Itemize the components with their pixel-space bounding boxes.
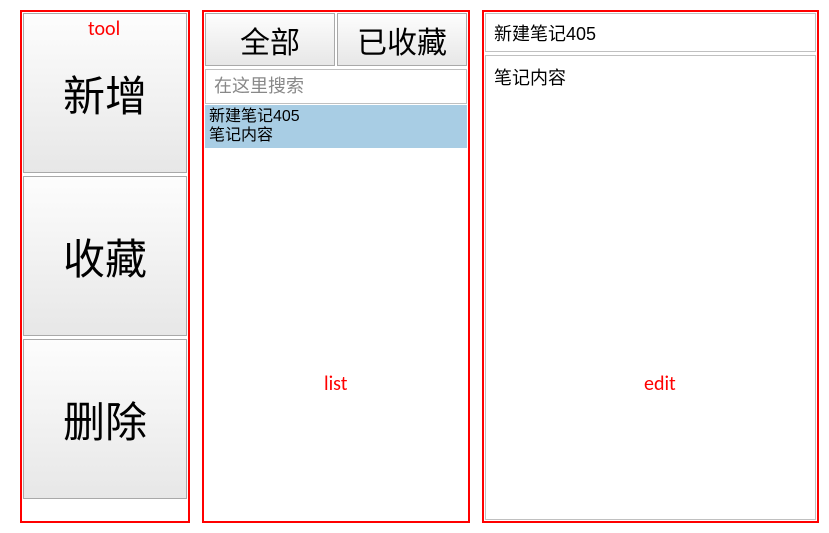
list-pane: 全部 已收藏 新建笔记405 笔记内容 list <box>202 10 470 523</box>
add-button[interactable]: 新增 <box>23 13 187 173</box>
search-input[interactable] <box>205 69 467 104</box>
list-item-title: 新建笔记405 <box>209 107 463 126</box>
note-content-textarea[interactable] <box>485 55 816 520</box>
note-list: 新建笔记405 笔记内容 <box>205 105 467 520</box>
delete-button[interactable]: 删除 <box>23 339 187 499</box>
list-item[interactable]: 新建笔记405 笔记内容 <box>205 105 467 148</box>
list-item-preview: 笔记内容 <box>209 126 463 145</box>
favorite-button[interactable]: 收藏 <box>23 176 187 336</box>
tab-all[interactable]: 全部 <box>205 13 335 66</box>
note-title-input[interactable] <box>485 13 816 52</box>
tool-pane: tool 新增 收藏 删除 <box>20 10 190 523</box>
tab-favorites[interactable]: 已收藏 <box>337 13 467 66</box>
tab-row: 全部 已收藏 <box>204 12 468 67</box>
edit-pane: edit <box>482 10 819 523</box>
